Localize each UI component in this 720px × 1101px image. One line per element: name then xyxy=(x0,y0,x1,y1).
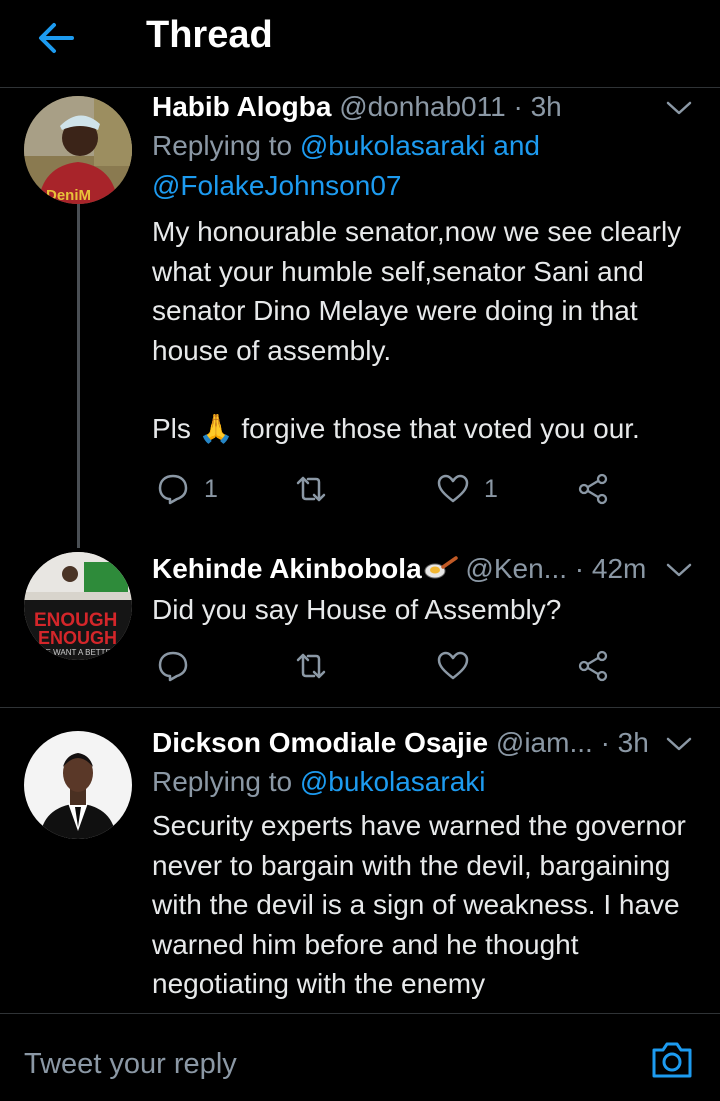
reply-input[interactable]: Tweet your reply xyxy=(24,1048,237,1081)
like-icon xyxy=(437,651,469,680)
tweet-actions xyxy=(152,646,632,686)
tweet-header: Dickson Omodiale Osajie @iam... · 3h xyxy=(152,724,698,762)
tweet[interactable]: DeniM Habib Alogba @donhab011 · 3h Reply… xyxy=(0,88,720,538)
tweet-body: My honourable senator,now we see clearly… xyxy=(152,216,682,444)
retweet-icon xyxy=(296,476,326,502)
author-name[interactable]: Dickson Omodiale Osajie xyxy=(152,727,488,758)
reply-icon xyxy=(158,651,188,682)
like-button[interactable] xyxy=(436,646,470,686)
retweet-button[interactable] xyxy=(294,646,328,686)
reply-composer: Tweet your reply xyxy=(0,1013,720,1101)
divider xyxy=(0,707,720,708)
chevron-down-icon[interactable] xyxy=(664,98,694,118)
pray-emoji: 🙏 xyxy=(198,413,234,444)
avatar[interactable]: ENOUGH ENOUGH WE WANT A BETTER xyxy=(24,552,132,660)
svg-text:WE WANT A BETTER: WE WANT A BETTER xyxy=(38,648,117,657)
top-bar: Thread xyxy=(0,0,720,88)
share-icon xyxy=(578,650,608,682)
tweet[interactable]: ENOUGH ENOUGH WE WANT A BETTER Kehinde A… xyxy=(0,548,720,706)
author-handle[interactable]: @Ken... xyxy=(465,553,567,584)
replying-to: Replying to @bukolasaraki and @FolakeJoh… xyxy=(152,130,540,201)
chevron-down-icon[interactable] xyxy=(664,734,694,754)
tweet-body: Did you say House of Assembly? xyxy=(152,594,562,625)
mention-link[interactable]: @bukolasaraki and xyxy=(300,130,540,161)
replying-to: Replying to @bukolasaraki xyxy=(152,766,486,797)
reply-count: 1 xyxy=(204,474,218,503)
back-arrow-icon[interactable] xyxy=(34,16,78,60)
like-button[interactable]: 1 xyxy=(436,469,498,509)
avatar[interactable]: DeniM xyxy=(24,96,132,204)
retweet-icon xyxy=(296,653,326,679)
tweet-header: Habib Alogba @donhab011 · 3h xyxy=(152,88,698,126)
tweet[interactable]: Dickson Omodiale Osajie @iam... · 3h Rep… xyxy=(0,722,720,1013)
tweet-time: · 42m xyxy=(574,553,647,584)
tweet-body: Security experts have warned the governo… xyxy=(152,810,686,999)
page-title: Thread xyxy=(146,14,273,56)
pan-emoji-icon xyxy=(424,556,458,579)
reply-button[interactable]: 1 xyxy=(156,469,218,509)
author-handle[interactable]: @donhab011 xyxy=(339,91,506,122)
mention-link[interactable]: @bukolasaraki xyxy=(300,766,486,797)
share-button[interactable] xyxy=(576,469,610,509)
tweet-header: Kehinde Akinbobola @Ken... · 42m xyxy=(152,550,698,588)
tweet-actions: 1 1 xyxy=(152,469,632,509)
author-handle[interactable]: @iam... xyxy=(496,727,593,758)
author-name[interactable]: Habib Alogba xyxy=(152,91,331,122)
tweet-time: · 3h xyxy=(513,91,562,122)
svg-text:ENOUGH: ENOUGH xyxy=(38,628,117,648)
like-icon xyxy=(437,474,469,503)
reply-button[interactable] xyxy=(156,646,190,686)
camera-icon[interactable] xyxy=(648,1036,696,1084)
tweet-time: · 3h xyxy=(600,727,649,758)
retweet-button[interactable] xyxy=(294,469,328,509)
chevron-down-icon[interactable] xyxy=(664,560,694,580)
mention-link[interactable]: @FolakeJohnson07 xyxy=(152,170,401,201)
share-icon xyxy=(578,473,608,505)
reply-icon xyxy=(158,474,188,505)
svg-text:DeniM: DeniM xyxy=(46,187,91,204)
share-button[interactable] xyxy=(576,646,610,686)
avatar[interactable] xyxy=(24,731,132,839)
like-count: 1 xyxy=(484,474,498,503)
author-name[interactable]: Kehinde Akinbobola xyxy=(152,553,422,584)
